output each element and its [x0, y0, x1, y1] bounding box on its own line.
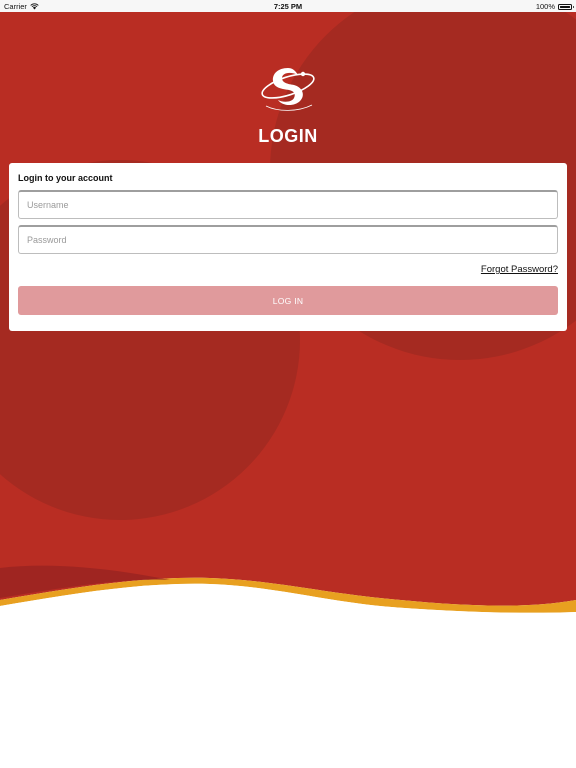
- username-input[interactable]: [18, 190, 558, 219]
- forgot-password-link[interactable]: Forgot Password?: [481, 264, 558, 275]
- status-time: 7:25 PM: [273, 2, 303, 11]
- password-input[interactable]: [18, 225, 558, 254]
- app-logo-icon: [261, 68, 315, 111]
- login-screen: Carrier 7:25 PM 100% LOGIN Login to your…: [0, 0, 576, 768]
- status-battery: 100%: [535, 2, 574, 11]
- login-button[interactable]: LOG IN: [18, 286, 558, 315]
- battery-icon: [558, 3, 574, 10]
- battery-fill: [560, 5, 570, 8]
- battery-percent: 100%: [535, 2, 555, 11]
- page-title: LOGIN: [258, 126, 318, 146]
- background-art: [0, 0, 576, 768]
- login-card-heading: Login to your account: [18, 173, 113, 183]
- status-bar: Carrier 7:25 PM 100%: [0, 0, 576, 12]
- login-card: Login to your account Forgot Password? L…: [9, 163, 567, 331]
